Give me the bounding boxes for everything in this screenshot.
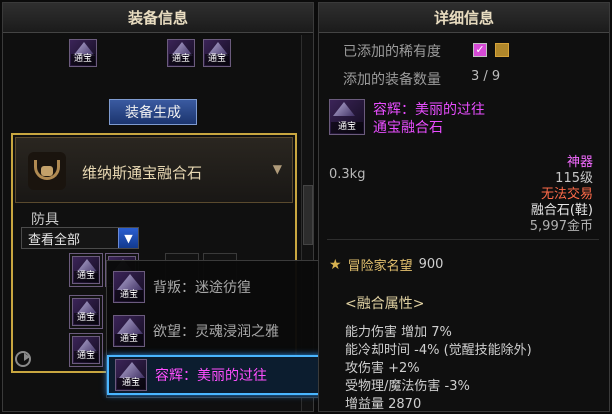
slot-item-icon: 通宝 — [72, 298, 100, 326]
item-tag: 通宝 — [74, 313, 98, 324]
item-tag: 通宝 — [169, 54, 193, 65]
scrollbar-thumb[interactable] — [303, 185, 313, 245]
filter-dropdown[interactable]: 查看全部 ▼ — [21, 227, 139, 249]
slot-item-icon: 通宝 — [72, 336, 100, 364]
added-rarity-label: 已添加的稀有度 — [343, 44, 441, 60]
item-tag: 通宝 — [205, 54, 229, 65]
attribute-line: 能冷却时间 -4% (觉醒技能除外) — [345, 343, 532, 358]
item-tag: 通宝 — [74, 271, 98, 282]
item-art-icon — [117, 274, 143, 290]
fusion-stone-name: 维纳斯通宝融合石 — [82, 164, 203, 182]
equipment-info-title: 装备信息 — [3, 3, 313, 33]
generate-equipment-button[interactable]: 装备生成 — [109, 99, 197, 125]
equipment-slot-3[interactable]: 通宝 — [69, 295, 103, 329]
detail-item-name: 容辉：美丽的过往 — [373, 102, 485, 118]
rarity-epic-checkbox[interactable]: ✓ — [473, 43, 487, 57]
popup-item-icon: 通宝 — [115, 359, 147, 391]
item-art-icon — [119, 362, 145, 378]
fame-star-icon: ★ — [329, 256, 342, 273]
item-tag: 通宝 — [115, 290, 143, 301]
equipment-slot-1[interactable]: 通宝 — [69, 253, 103, 287]
item-tag: 通宝 — [331, 122, 363, 133]
item-icon-2[interactable]: 通宝 — [167, 39, 195, 67]
horn-center — [41, 166, 53, 176]
popup-item-betrayal[interactable]: 通宝 背叛：迷途彷徨 — [107, 267, 343, 307]
fame-value: 900 — [418, 257, 444, 272]
expand-arrow-icon[interactable]: ▼ — [273, 162, 282, 176]
item-tag: 通宝 — [115, 334, 143, 345]
item-weight: 0.3kg — [329, 167, 366, 182]
item-price: 5,997金币 — [529, 219, 593, 234]
detail-item-icon: 通宝 — [329, 99, 365, 135]
popup-item-icon: 通宝 — [113, 271, 145, 303]
detail-item-subtitle: 通宝融合石 — [373, 120, 443, 136]
item-tag: 通宝 — [71, 54, 95, 65]
popup-item-label: 欲望：灵魂浸润之雅 — [153, 324, 279, 340]
popup-item-label: 背叛：迷途彷徨 — [153, 280, 251, 296]
added-count-label: 添加的装备数量 — [343, 72, 441, 88]
added-count-value: 3 / 9 — [471, 69, 501, 84]
attribute-line: 增益量 2870 — [345, 397, 422, 412]
detail-info-panel: 详细信息 已添加的稀有度 ✓ 添加的装备数量 3 / 9 通宝 容辉：美丽的过往… — [318, 2, 610, 412]
adventurer-fame: ★ 冒险家名望 900 — [329, 255, 444, 275]
fusion-attributes-title: <融合属性> — [345, 296, 425, 312]
popup-item-label: 容辉：美丽的过往 — [155, 368, 267, 384]
popup-item-glory[interactable]: 通宝 容辉：美丽的过往 — [107, 355, 343, 395]
detail-info-title: 详细信息 — [319, 3, 609, 33]
item-icon-3[interactable]: 通宝 — [203, 39, 231, 67]
dropdown-arrow-icon[interactable]: ▼ — [118, 228, 138, 248]
item-art-icon — [333, 102, 355, 116]
popup-item-desire[interactable]: 通宝 欲望：灵魂浸润之雅 — [107, 311, 343, 351]
category-label: 防具 — [31, 212, 59, 228]
fusion-stone-header[interactable]: 维纳斯通宝融合石 ▼ — [15, 137, 293, 203]
popup-item-icon: 通宝 — [113, 315, 145, 347]
horn-emblem-icon — [28, 152, 66, 190]
equipment-slot-4[interactable]: 通宝 — [69, 333, 103, 367]
attribute-line: 能力伤害 增加 7% — [345, 325, 452, 340]
attribute-line: 攻伤害 +2% — [345, 361, 420, 376]
item-tag: 通宝 — [74, 351, 98, 362]
rarity-legendary-checkbox[interactable] — [495, 43, 509, 57]
divider — [327, 239, 599, 240]
item-art-icon — [117, 318, 143, 334]
item-icon-1[interactable]: 通宝 — [69, 39, 97, 67]
attribute-line: 受物理/魔法伤害 -3% — [345, 379, 470, 394]
fame-label: 冒险家名望 — [347, 259, 413, 274]
filter-dropdown-value: 查看全部 — [28, 232, 81, 248]
refresh-icon[interactable] — [15, 351, 31, 367]
slot-item-icon: 通宝 — [72, 256, 100, 284]
item-select-popup: 通宝 背叛：迷途彷徨 通宝 欲望：灵魂浸润之雅 通宝 容辉：美丽的过往 — [106, 260, 343, 398]
item-tag: 通宝 — [117, 378, 145, 389]
